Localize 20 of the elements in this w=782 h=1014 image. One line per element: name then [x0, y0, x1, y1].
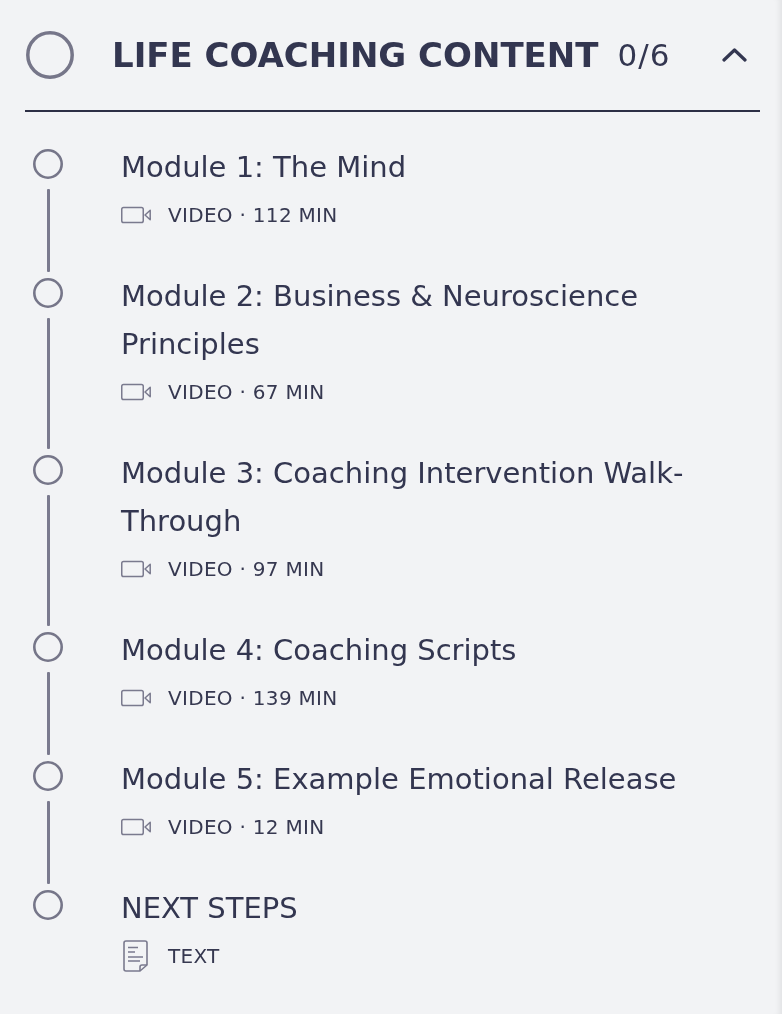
- video-camera-icon: [121, 560, 151, 578]
- lesson-title[interactable]: Module 2: Business & Neuroscience Principles: [121, 272, 760, 368]
- video-camera-icon: [121, 206, 151, 224]
- progress-count: 0/6: [617, 37, 671, 73]
- section-title: LIFE COACHING CONTENT: [112, 35, 599, 75]
- lesson-title[interactable]: Module 3: Coaching Intervention Walk-Through: [121, 449, 760, 545]
- video-camera-icon: [121, 818, 151, 836]
- lesson-title[interactable]: NEXT STEPS: [121, 884, 760, 932]
- lesson-meta: VIDEO · 139 MIN: [168, 686, 338, 710]
- lesson-title[interactable]: Module 4: Coaching Scripts: [121, 626, 760, 674]
- video-camera-icon: [121, 689, 151, 707]
- lesson-title[interactable]: Module 5: Example Emotional Release: [121, 755, 760, 803]
- lesson-title[interactable]: Module 1: The Mind: [121, 143, 760, 191]
- document-icon: [123, 940, 148, 972]
- lesson-meta: VIDEO · 67 MIN: [168, 380, 325, 404]
- lesson-meta: VIDEO · 12 MIN: [168, 815, 325, 839]
- video-camera-icon: [121, 383, 151, 401]
- lesson-meta: VIDEO · 97 MIN: [168, 557, 325, 581]
- lesson-meta: VIDEO · 112 MIN: [168, 203, 338, 227]
- lesson-meta: TEXT: [168, 944, 220, 968]
